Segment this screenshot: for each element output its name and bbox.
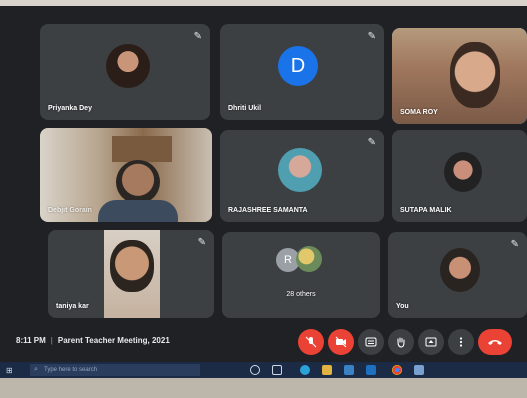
participant-name: 28 others: [286, 291, 316, 298]
mail-icon[interactable]: [366, 365, 376, 375]
mic-off-icon: [305, 336, 317, 348]
end-call-icon: [488, 340, 502, 345]
mic-off-icon: ✎: [510, 239, 519, 250]
participant-name: Priyanka Dey: [48, 105, 92, 112]
participant-name: taniya kar: [56, 303, 89, 310]
participant-avatar: [278, 148, 322, 192]
hand-icon: [397, 337, 405, 348]
present-icon: [425, 337, 437, 347]
participant-avatar: [440, 248, 480, 292]
participant-shirt: [98, 200, 178, 222]
participant-name: You: [396, 303, 409, 310]
participant-name: Dhriti Ukil: [228, 105, 262, 112]
store-icon[interactable]: [344, 365, 354, 375]
participant-tile-others[interactable]: R 28 others: [222, 232, 380, 318]
mic-off-icon: ✎: [197, 237, 206, 248]
windows-start-icon[interactable]: ⊞: [6, 366, 13, 375]
participant-avatar: [106, 44, 150, 88]
participant-tile-sutapa[interactable]: SUTAPA MALIK: [392, 130, 527, 222]
search-icon: ⌕: [34, 366, 38, 373]
more-options-button[interactable]: [448, 329, 474, 355]
shelf: [112, 136, 172, 162]
mic-off-icon: ✎: [193, 31, 202, 42]
cortana-icon[interactable]: [250, 365, 260, 375]
windows-taskbar: ⊞ ⌕ Type here to search: [0, 362, 527, 378]
participant-tile-priyanka[interactable]: ✎ Priyanka Dey: [40, 24, 210, 120]
participant-avatar: [296, 246, 322, 272]
participant-avatar: D: [278, 46, 318, 86]
taskbar-search-placeholder: Type here to search: [44, 367, 98, 373]
chrome-browser-icon[interactable]: [392, 365, 402, 375]
mic-off-icon: ✎: [367, 137, 376, 148]
call-controls-bar: 8:11 PM | Parent Teacher Meeting, 2021: [0, 322, 527, 362]
participant-face: [110, 240, 154, 292]
captions-icon: [365, 337, 377, 347]
participant-face: [116, 160, 160, 204]
participant-face: [450, 42, 500, 108]
participant-tile-rajashree[interactable]: ✎ RAJASHREE SAMANTA: [220, 130, 384, 222]
more-vert-icon: [459, 337, 463, 347]
participant-name: RAJASHREE SAMANTA: [228, 207, 308, 214]
camera-toggle-button[interactable]: [328, 329, 354, 355]
edge-browser-icon[interactable]: [300, 365, 310, 375]
participant-tile-dhriti[interactable]: D ✎ Dhriti Ukil: [220, 24, 384, 120]
participant-video: [104, 230, 160, 318]
participant-name: Debjit Gorain: [48, 207, 92, 214]
file-explorer-icon[interactable]: [322, 365, 332, 375]
meeting-separator: |: [50, 336, 53, 345]
participant-name: SUTAPA MALIK: [400, 207, 452, 214]
mic-toggle-button[interactable]: [298, 329, 324, 355]
participant-tile-soma[interactable]: SOMA ROY: [392, 28, 527, 124]
raise-hand-button[interactable]: [388, 329, 414, 355]
present-screen-button[interactable]: [418, 329, 444, 355]
participant-name: SOMA ROY: [400, 109, 438, 116]
participant-tile-debjit[interactable]: Debjit Gorain: [40, 128, 212, 222]
mic-off-icon: ✎: [367, 31, 376, 42]
participant-tile-taniya[interactable]: ✎ taniya kar: [48, 230, 214, 318]
meeting-info: 8:11 PM | Parent Teacher Meeting, 2021: [16, 336, 170, 345]
camera-off-icon: [335, 336, 347, 348]
task-view-icon[interactable]: [272, 365, 282, 375]
participant-avatar: [444, 152, 482, 192]
end-call-button[interactable]: [478, 329, 512, 355]
app-icon[interactable]: [414, 365, 424, 375]
participant-tile-you[interactable]: ✎ You: [388, 232, 527, 318]
desk-surface: [0, 378, 527, 398]
captions-button[interactable]: [358, 329, 384, 355]
taskbar-search-box[interactable]: ⌕ Type here to search: [30, 364, 200, 376]
meeting-title: Parent Teacher Meeting, 2021: [57, 336, 170, 345]
meeting-time: 8:11 PM: [16, 336, 46, 345]
meet-window: ✎ Priyanka Dey D ✎ Dhriti Ukil SOMA ROY …: [0, 6, 527, 378]
